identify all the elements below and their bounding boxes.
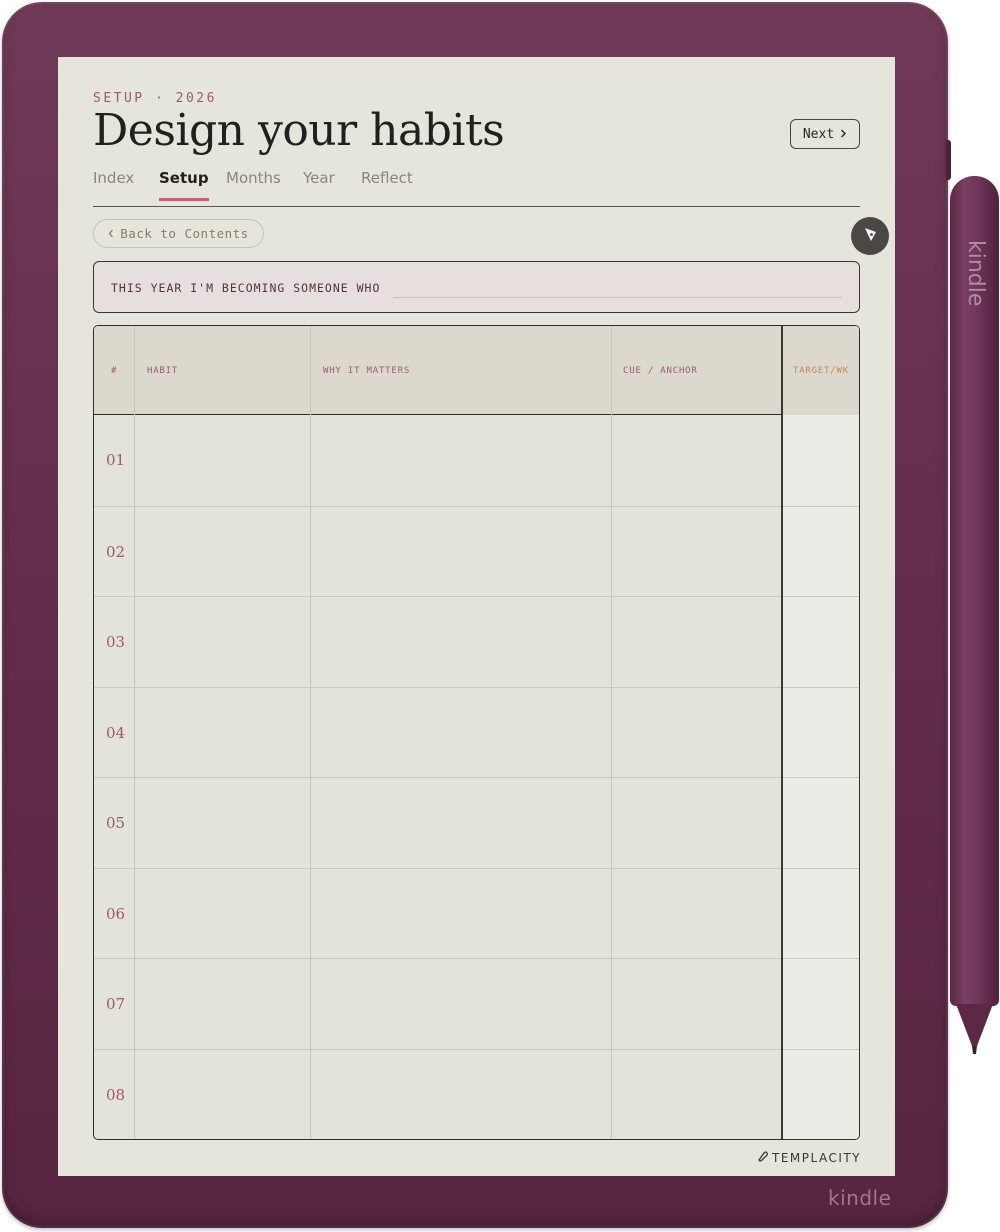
stylus-tip — [950, 1004, 999, 1064]
table-body: 01 02 03 04 05 06 07 08 — [94, 415, 859, 1139]
templacity-brand: TEMPLACITY — [756, 1149, 861, 1167]
table-row[interactable]: 02 — [94, 505, 859, 596]
table-row[interactable]: 03 — [94, 596, 859, 686]
column-divider-strong — [781, 326, 783, 1139]
templacity-logo-icon — [756, 1150, 769, 1166]
back-to-contents-label: Back to Contents — [120, 226, 249, 241]
header-number: # — [111, 366, 118, 376]
row-number: 05 — [106, 814, 126, 832]
tab-reflect[interactable]: Reflect — [361, 169, 413, 201]
header-target-per-week: TARGET/WK — [793, 366, 849, 376]
next-button-label: Next — [802, 126, 835, 142]
tab-months[interactable]: Months — [226, 169, 281, 201]
kindle-device: SETUP · 2026 Design your habits Next Ind… — [2, 2, 948, 1228]
pen-tool-button[interactable] — [851, 217, 889, 255]
column-divider — [134, 326, 135, 1139]
back-to-contents-button[interactable]: Back to Contents — [93, 219, 264, 248]
next-button[interactable]: Next — [790, 119, 860, 149]
table-row[interactable]: 01 — [94, 415, 859, 505]
chevron-left-icon — [108, 226, 114, 241]
row-number: 07 — [106, 995, 126, 1013]
row-number: 08 — [106, 1085, 126, 1104]
stylus-logo: kindle — [963, 240, 988, 307]
tab-year[interactable]: Year — [303, 169, 335, 201]
table-row[interactable]: 07 — [94, 958, 859, 1048]
identity-statement-label: THIS YEAR I'M BECOMING SOMEONE WHO — [111, 281, 381, 295]
column-divider — [611, 326, 612, 1139]
tab-index[interactable]: Index — [93, 169, 134, 201]
table-row[interactable]: 04 — [94, 686, 859, 777]
table-row[interactable]: 08 — [94, 1048, 859, 1139]
screen: SETUP · 2026 Design your habits Next Ind… — [58, 57, 895, 1176]
row-number: 06 — [106, 904, 126, 923]
row-number: 02 — [106, 542, 126, 561]
header-cue-anchor: CUE / ANCHOR — [623, 366, 698, 376]
row-number: 04 — [106, 723, 126, 742]
header-why-it-matters: WHY IT MATTERS — [323, 366, 411, 376]
pen-nib-icon — [861, 225, 879, 247]
table-header: # HABIT WHY IT MATTERS CUE / ANCHOR TARG… — [94, 326, 859, 415]
page-eyebrow: SETUP · 2026 — [93, 91, 217, 106]
header-habit: HABIT — [147, 366, 179, 376]
identity-statement-line — [393, 297, 842, 298]
power-button[interactable] — [946, 140, 951, 180]
identity-statement-field[interactable]: THIS YEAR I'M BECOMING SOMEONE WHO — [93, 261, 860, 313]
chevron-right-icon — [840, 127, 847, 142]
column-divider — [310, 326, 311, 1139]
row-number: 01 — [106, 451, 126, 469]
tab-setup[interactable]: Setup — [159, 169, 209, 201]
row-number: 03 — [106, 633, 126, 651]
tab-bar: Index Setup Months Year Reflect — [93, 167, 860, 207]
table-row[interactable]: 05 — [94, 777, 859, 867]
table-row[interactable]: 06 — [94, 867, 859, 958]
kindle-logo: kindle — [828, 1186, 892, 1210]
habit-table: # HABIT WHY IT MATTERS CUE / ANCHOR TARG… — [93, 325, 860, 1140]
page-title: Design your habits — [93, 105, 505, 156]
templacity-brand-text: TEMPLACITY — [772, 1151, 862, 1165]
